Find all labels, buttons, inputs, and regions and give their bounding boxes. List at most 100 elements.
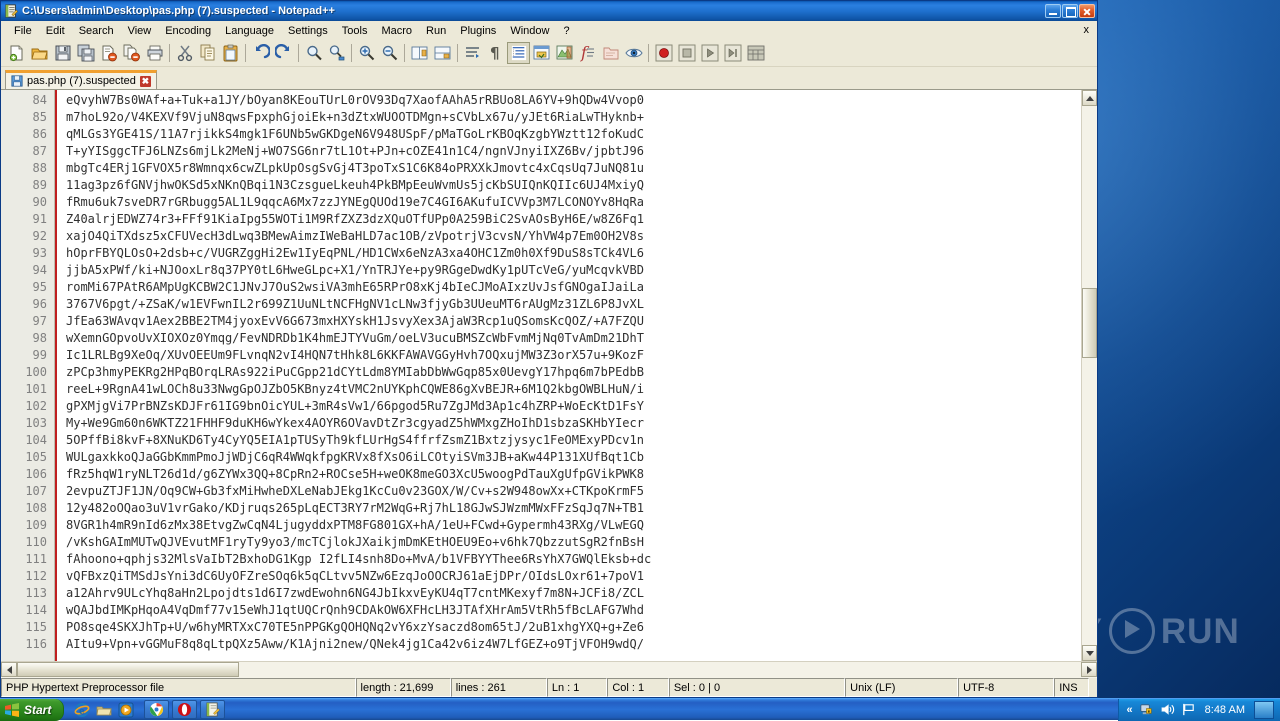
menu-run[interactable]: Run — [419, 23, 453, 39]
code-line[interactable]: eQvyhW7Bs0WAf+a+Tuk+a1JY/bOyan8KEouTUrL0… — [57, 92, 1081, 109]
print-icon[interactable] — [143, 42, 166, 64]
code-line[interactable]: 3767V6pgt/+ZSaK/w1EVFwnIL2r699Z1UuNLtNCF… — [57, 296, 1081, 313]
tray-expand-button[interactable]: « — [1127, 704, 1133, 716]
undo-icon[interactable] — [249, 42, 272, 64]
code-line[interactable]: reeL+9RgnA41wLOCh8u33NwgGpOJZbO5KBnyz4tV… — [57, 381, 1081, 398]
horizontal-scroll-track[interactable] — [17, 662, 1081, 677]
code-line[interactable]: /vKshGAImMUTwQJVEvutMF1ryTy9yo3/mcTCjlok… — [57, 534, 1081, 551]
show-desktop-folder-icon[interactable] — [96, 702, 112, 718]
vertical-scroll-thumb[interactable] — [1082, 288, 1097, 358]
menu-window[interactable]: Window — [503, 23, 556, 39]
scroll-left-button[interactable] — [1, 662, 17, 677]
volume-icon[interactable] — [1160, 702, 1175, 717]
code-line[interactable]: 11ag3pz6fGNVjhwOKSd5xNKnQBqi1N3CzsgueLke… — [57, 177, 1081, 194]
save-all-icon[interactable] — [74, 42, 97, 64]
vertical-scroll-track[interactable] — [1082, 106, 1097, 645]
find-icon[interactable] — [302, 42, 325, 64]
code-line[interactable]: WULgaxkkoQJaGGbKmmPmoJjWDjC6qR4WWqkfpgKR… — [57, 449, 1081, 466]
code-line[interactable]: AItu9+Vpn+vGGMuF8q8qLtpQXz5Aww/K1Ajni2ne… — [57, 636, 1081, 653]
code-line[interactable]: 12y482oOQao3uV1vrGako/KDjruqs265pLqECT3R… — [57, 500, 1081, 517]
start-button[interactable]: Start — [0, 699, 64, 721]
close-document-button[interactable]: x — [1084, 24, 1090, 36]
code-line[interactable]: gPXMjgVi7PrBNZsKDJFr61IG9bnOicYUL+3mR4sV… — [57, 398, 1081, 415]
doc-map-icon[interactable] — [553, 42, 576, 64]
code-line[interactable]: a12Ahrv9ULcYhq8aHn2Lpojdts1d6I7zwdEwohn6… — [57, 585, 1081, 602]
open-file-icon[interactable] — [28, 42, 51, 64]
task-opera[interactable] — [172, 700, 197, 719]
close-file-icon[interactable] — [97, 42, 120, 64]
code-line[interactable]: Z40alrjEDWZ74r3+FFf91KiaIpg55WOTi1M9RfZX… — [57, 211, 1081, 228]
code-line[interactable]: qMLGs3YGE41S/11A7rjikkS4mgk1F6UNb5wGKDge… — [57, 126, 1081, 143]
code-line[interactable]: 8VGR1h4mR9nId6zMx38EtvgZwCqN4LjugyddxPTM… — [57, 517, 1081, 534]
code-line[interactable]: 2evpuZTJF1JN/Oq9CW+Gb3fxMiHwheDXLeNabJEk… — [57, 483, 1081, 500]
stop-macro-icon[interactable] — [675, 42, 698, 64]
code-line[interactable]: fRmu6uk7sveDR7rGRbugg5AL1L9qqcA6Mx7zzJYN… — [57, 194, 1081, 211]
code-line[interactable]: fRz5hqW1ryNLT26d1d/g6ZYWx3QQ+8CpRn2+ROCs… — [57, 466, 1081, 483]
code-line[interactable]: mbgTc4ERj1GFVOX5r8Wmnqx6cwZLpkUpOsgSvGj4… — [57, 160, 1081, 177]
code-line[interactable]: Ic1LRLBg9XeOq/XUvOEEUm9FLvnqN2vI4HQN7tHh… — [57, 347, 1081, 364]
task-notepadpp[interactable] — [200, 700, 225, 719]
run-macro-multi-icon[interactable] — [721, 42, 744, 64]
show-desktop-button[interactable] — [1254, 701, 1274, 719]
show-all-chars-icon[interactable]: ¶ — [484, 42, 507, 64]
menu-language[interactable]: Language — [218, 23, 281, 39]
code-line[interactable]: vQFBxzQiTMSdJsYni3dC6UyOFZreSOq6k5qCLtvv… — [57, 568, 1081, 585]
scroll-right-button[interactable] — [1081, 662, 1097, 677]
code-text-area[interactable]: eQvyhW7Bs0WAf+a+Tuk+a1JY/bOyan8KEouTUrL0… — [55, 90, 1081, 661]
code-line[interactable]: romMi67PAtR6AMpUgKCBW2C1JNvJ7OuS2wsiVA3m… — [57, 279, 1081, 296]
word-wrap-icon[interactable] — [461, 42, 484, 64]
monitoring-icon[interactable] — [622, 42, 645, 64]
menu-search[interactable]: Search — [72, 23, 121, 39]
code-line[interactable]: fAhoono+qphjs32MlsVaIbT2BxhoDG1Kgp I2fLI… — [57, 551, 1081, 568]
scroll-down-button[interactable] — [1082, 645, 1097, 661]
new-file-icon[interactable] — [5, 42, 28, 64]
code-line[interactable]: m7hoL92o/V4KEXVf9VjuN8qwsFpxphGjoiEk+n3d… — [57, 109, 1081, 126]
flag-icon[interactable] — [1181, 702, 1196, 717]
menu-settings[interactable]: Settings — [281, 23, 335, 39]
menu-edit[interactable]: Edit — [39, 23, 72, 39]
menu-view[interactable]: View — [121, 23, 159, 39]
tab-pas-php-suspected[interactable]: pas.php (7).suspected ✖ — [5, 70, 157, 89]
cut-icon[interactable] — [173, 42, 196, 64]
menu-help[interactable]: ? — [556, 23, 576, 39]
code-line[interactable]: T+yYISggcTFJ6LNZs6mjLk2MeNj+WO7SG6nr7tL1… — [57, 143, 1081, 160]
tab-close-button[interactable]: ✖ — [140, 76, 151, 87]
record-macro-icon[interactable] — [652, 42, 675, 64]
maximize-button[interactable] — [1062, 4, 1078, 18]
code-line[interactable]: PO8sqe4SKXJhTp+U/w6hyMRTXxC70TE5nPPGKgQO… — [57, 619, 1081, 636]
task-chrome[interactable] — [144, 700, 169, 719]
code-line[interactable]: JfEa63WAvqv1Aex2BBE2TM4jyoxEvV6G673mxHXY… — [57, 313, 1081, 330]
menu-encoding[interactable]: Encoding — [158, 23, 218, 39]
user-lang-icon[interactable] — [530, 42, 553, 64]
code-line[interactable]: jjbA5xPWf/ki+NJOoxLr8q37PY0tL6HweGLpc+X1… — [57, 262, 1081, 279]
code-line[interactable]: wQAJbdIMKpHqoA4VqDmf77v15eWhJ1qtUQCrQnh9… — [57, 602, 1081, 619]
play-macro-icon[interactable] — [698, 42, 721, 64]
network-security-icon[interactable] — [1139, 702, 1154, 717]
redo-icon[interactable] — [272, 42, 295, 64]
zoom-out-icon[interactable] — [378, 42, 401, 64]
menu-file[interactable]: File — [7, 23, 39, 39]
close-all-icon[interactable] — [120, 42, 143, 64]
zoom-in-icon[interactable] — [355, 42, 378, 64]
code-line[interactable]: My+We9Gm60n6WKTZ21FHHF9duKH6wYkex4AOYR6O… — [57, 415, 1081, 432]
code-line[interactable]: wXemnGOpvoUvXIOXOz0Ymqg/FevNDRDb1K4hmEJT… — [57, 330, 1081, 347]
horizontal-scrollbar[interactable] — [1, 661, 1097, 677]
indent-guide-icon[interactable] — [507, 42, 530, 64]
replace-icon[interactable] — [325, 42, 348, 64]
code-line[interactable]: zPCp3hmyPEKRg2HPqBOrqLRAs922iPuCGpp21dCY… — [57, 364, 1081, 381]
menu-plugins[interactable]: Plugins — [453, 23, 503, 39]
save-macro-icon[interactable] — [744, 42, 767, 64]
function-list-icon[interactable]: f — [576, 42, 599, 64]
sync-vertical-icon[interactable] — [408, 42, 431, 64]
code-line[interactable]: hOprFBYQLOsO+2dsb+c/VUGRZggHi2Ew1IyEqPNL… — [57, 245, 1081, 262]
vertical-scrollbar[interactable] — [1081, 90, 1097, 661]
clock[interactable]: 8:48 AM — [1205, 704, 1245, 716]
sync-horizontal-icon[interactable] — [431, 42, 454, 64]
folder-workspace-icon[interactable] — [599, 42, 622, 64]
internet-explorer-icon[interactable]: e — [74, 702, 90, 718]
menu-tools[interactable]: Tools — [335, 23, 375, 39]
paste-icon[interactable] — [219, 42, 242, 64]
close-button[interactable] — [1079, 4, 1095, 18]
menu-macro[interactable]: Macro — [374, 23, 419, 39]
window-titlebar[interactable]: C:\Users\admin\Desktop\pas.php (7).suspe… — [1, 1, 1097, 21]
